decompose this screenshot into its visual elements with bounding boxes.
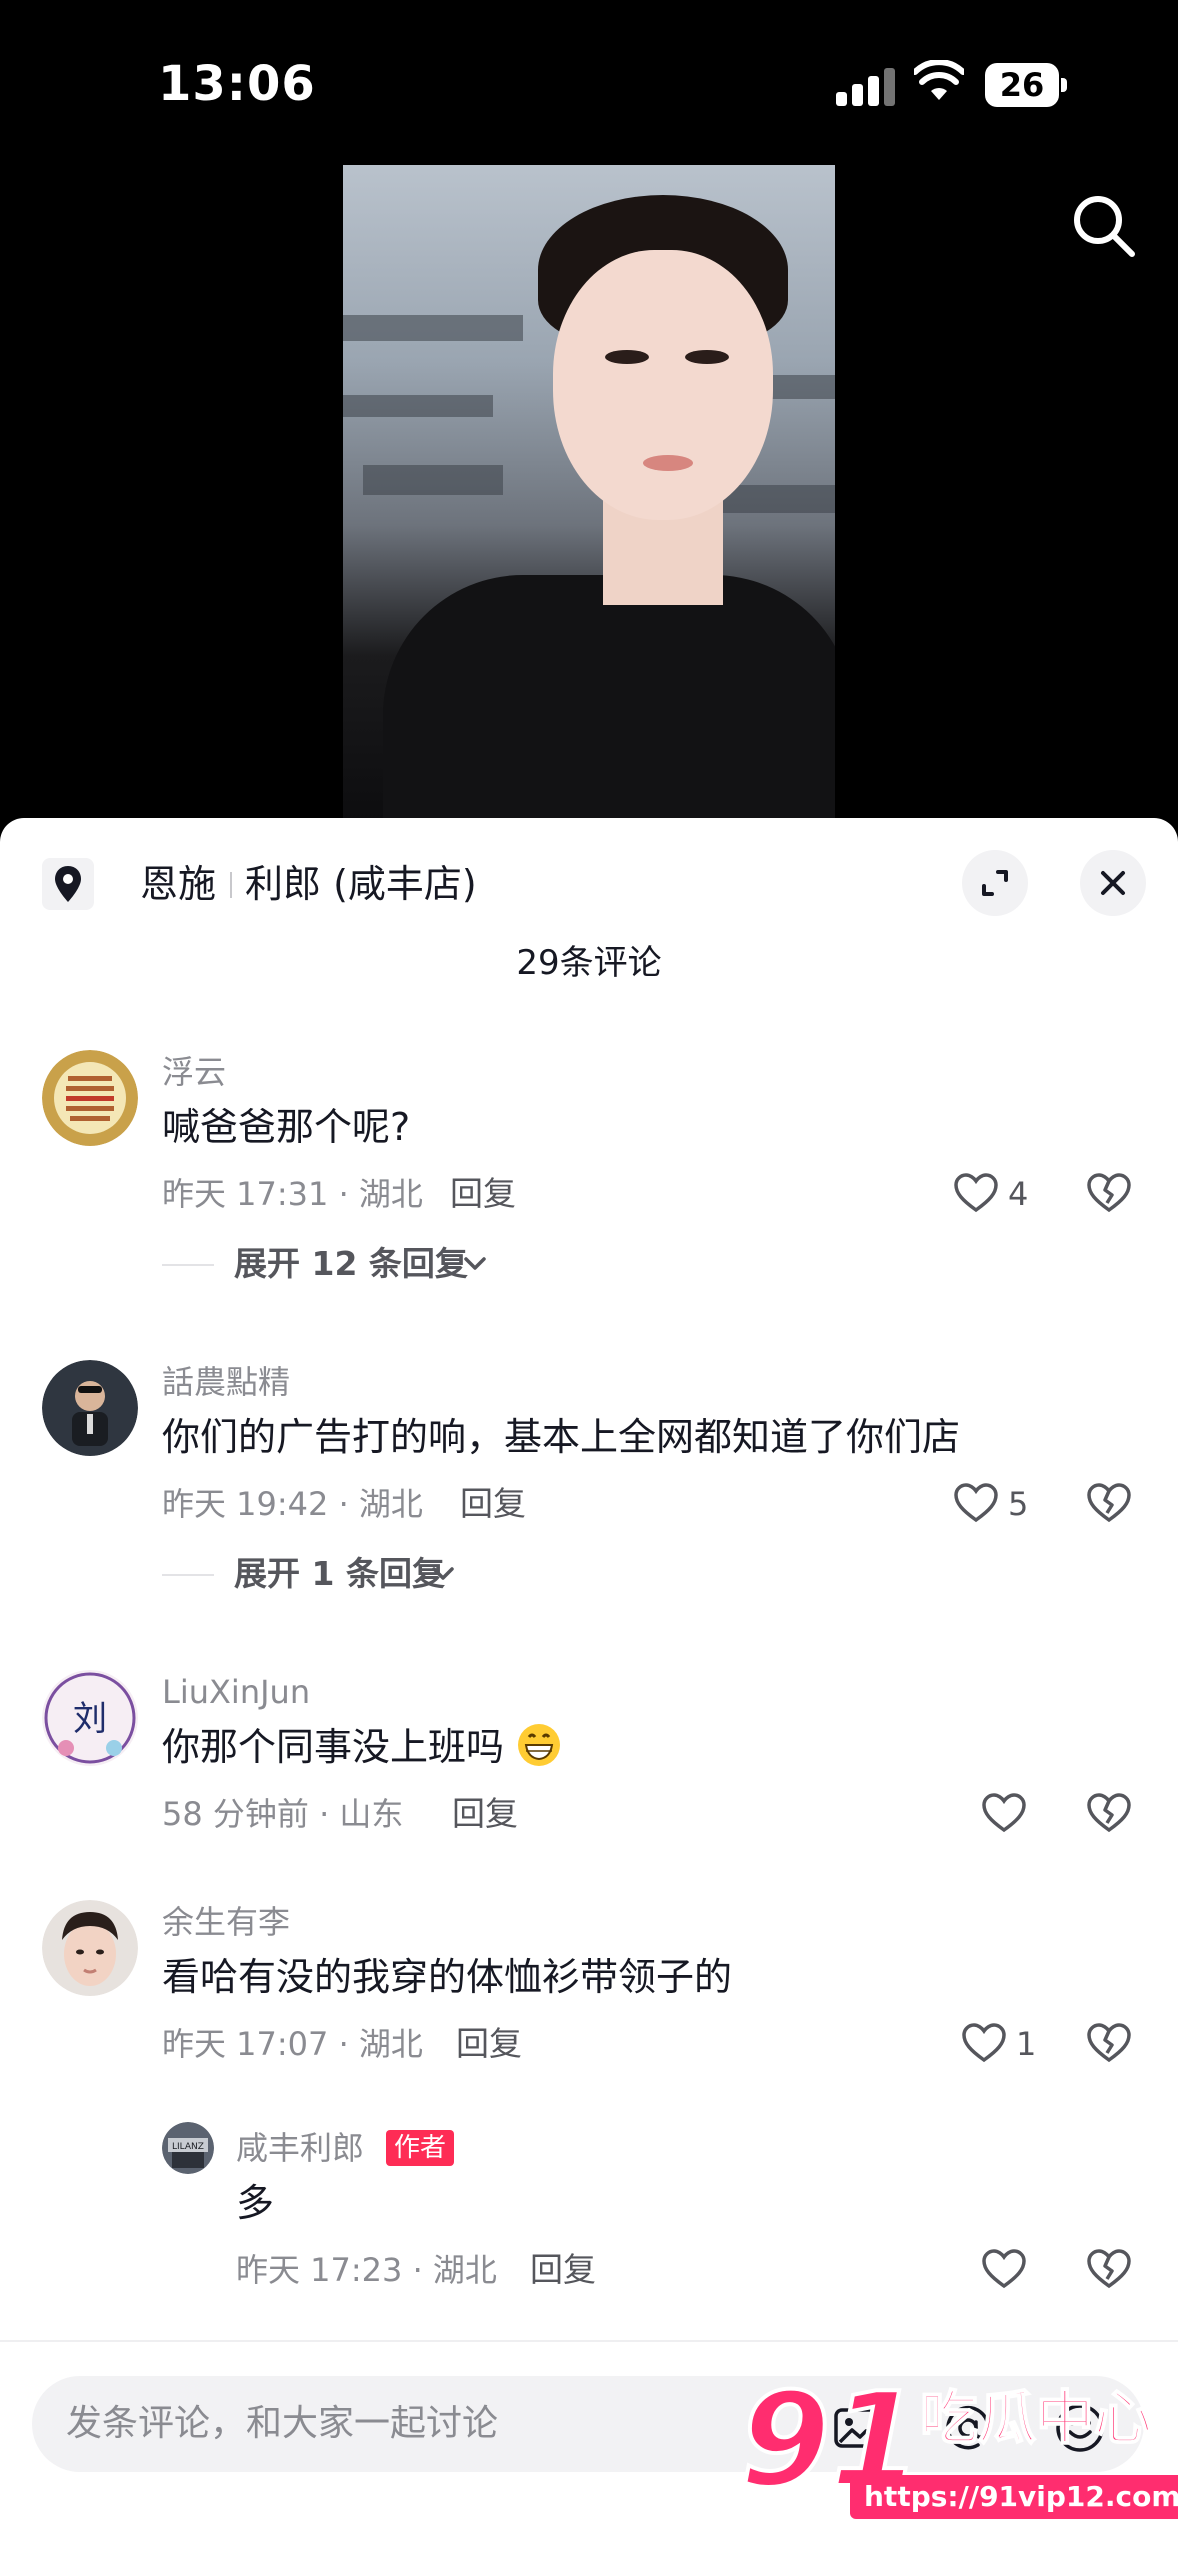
status-bar: 13:06 26 xyxy=(0,0,1178,165)
reply-time: 昨天 17:23 · 湖北 xyxy=(236,2251,497,2289)
broken-heart-icon[interactable] xyxy=(1085,1790,1133,1838)
expand-replies-label: 展开 12 条回复 xyxy=(234,1244,468,1283)
grinning-emoji-icon xyxy=(518,1724,561,1766)
broken-heart-icon[interactable] xyxy=(1085,1170,1133,1218)
reply-button[interactable]: 回复 xyxy=(452,1792,518,1836)
comment-text: 看哈有没的我穿的体恤衫带领子的 xyxy=(162,1955,733,1999)
svg-text:LILANZ: LILANZ xyxy=(172,2142,204,2152)
comment-text: 你们的广告打的响，基本上全网都知道了你们店 xyxy=(162,1415,961,1459)
reply-author[interactable]: 咸丰利郎 xyxy=(236,2126,364,2170)
chevron-down-icon xyxy=(464,1257,486,1270)
reply-text: 多 xyxy=(236,2181,275,2225)
watermark: 91 吃瓜中心 https://91vip12.com xyxy=(738,2363,1178,2540)
sheet-header: 恩施 利郎 (咸丰店) xyxy=(0,818,1178,948)
reply-button[interactable]: 回复 xyxy=(450,1172,516,1216)
svg-text:刘: 刘 xyxy=(73,1699,107,1739)
chevron-down-icon xyxy=(432,1567,454,1580)
avatar[interactable] xyxy=(42,1050,138,1146)
comment-author[interactable]: 余生有李 xyxy=(162,1900,290,1944)
comment-text-content: 你那个同事没上班吗 xyxy=(162,1725,505,1769)
avatar[interactable]: 刘 xyxy=(42,1670,138,1766)
expand-icon[interactable] xyxy=(962,850,1028,916)
comment-input-placeholder: 发条评论，和大家一起讨论 xyxy=(66,2403,499,2444)
comment-author[interactable]: LiuXinJun xyxy=(162,1670,310,1714)
watermark-text: 吃瓜中心 xyxy=(919,2383,1153,2453)
like-button[interactable] xyxy=(980,2246,1040,2294)
comment-time: 58 分钟前 · 山东 xyxy=(162,1795,404,1833)
reply-button[interactable]: 回复 xyxy=(460,1482,526,1526)
location-city[interactable]: 恩施 xyxy=(140,858,216,910)
author-badge: 作者 xyxy=(386,2130,455,2166)
comment-time: 昨天 19:42 · 湖北 xyxy=(162,1485,423,1523)
heart-icon xyxy=(954,1483,998,1523)
reply-button[interactable]: 回复 xyxy=(530,2248,596,2292)
broken-heart-icon[interactable] xyxy=(1085,2020,1133,2068)
like-button[interactable] xyxy=(980,1790,1040,1838)
signal-icon xyxy=(836,66,896,106)
comment-text: 喊爸爸那个呢? xyxy=(162,1105,411,1149)
like-count: 1 xyxy=(1016,2025,1037,2063)
reply-button[interactable]: 回复 xyxy=(456,2022,522,2066)
comment-author[interactable]: 話農點精 xyxy=(162,1360,290,1404)
comment-author[interactable]: 浮云 xyxy=(162,1050,226,1094)
comment-count: 29条评论 xyxy=(516,943,662,983)
expand-replies-button[interactable]: 展开 1 条回复 xyxy=(162,1552,482,1596)
broken-heart-icon[interactable] xyxy=(1085,2246,1133,2294)
heart-icon xyxy=(982,1793,1026,1833)
video-thumbnail[interactable] xyxy=(343,165,835,820)
like-button[interactable]: 1 xyxy=(960,2020,1060,2068)
comment-text: 你那个同事没上班吗 xyxy=(162,1720,562,1774)
battery-icon: 26 xyxy=(985,63,1067,107)
like-count: 5 xyxy=(1008,1485,1029,1523)
wifi-icon xyxy=(914,60,964,100)
reply-avatar[interactable]: LILANZ xyxy=(162,2122,214,2174)
expand-replies-button[interactable]: 展开 12 条回复 xyxy=(162,1242,522,1286)
location-store[interactable]: 利郎 (咸丰店) xyxy=(245,858,477,910)
heart-icon xyxy=(982,2249,1026,2289)
location-pin-icon[interactable] xyxy=(42,858,94,910)
heart-icon xyxy=(954,1173,998,1213)
comment-sheet: 恩施 利郎 (咸丰店) 29条评论 浮云 喊爸爸那个呢? 昨天 17:31 · … xyxy=(0,818,1178,2560)
avatar[interactable] xyxy=(42,1900,138,1996)
avatar[interactable] xyxy=(42,1360,138,1456)
heart-icon xyxy=(962,2023,1006,2063)
location-divider xyxy=(230,872,232,898)
expand-replies-label: 展开 1 条回复 xyxy=(234,1554,445,1593)
status-time: 13:06 xyxy=(158,56,316,112)
close-icon[interactable] xyxy=(1080,850,1146,916)
broken-heart-icon[interactable] xyxy=(1085,1480,1133,1528)
like-button[interactable]: 4 xyxy=(952,1170,1052,1218)
comment-time: 昨天 17:31 · 湖北 xyxy=(162,1175,423,1213)
like-count: 4 xyxy=(1008,1175,1029,1213)
battery-level: 26 xyxy=(985,63,1059,107)
like-button[interactable]: 5 xyxy=(952,1480,1052,1528)
watermark-url: https://91vip12.com xyxy=(850,2475,1178,2519)
comment-time: 昨天 17:07 · 湖北 xyxy=(162,2025,423,2063)
search-icon[interactable] xyxy=(1068,190,1138,260)
